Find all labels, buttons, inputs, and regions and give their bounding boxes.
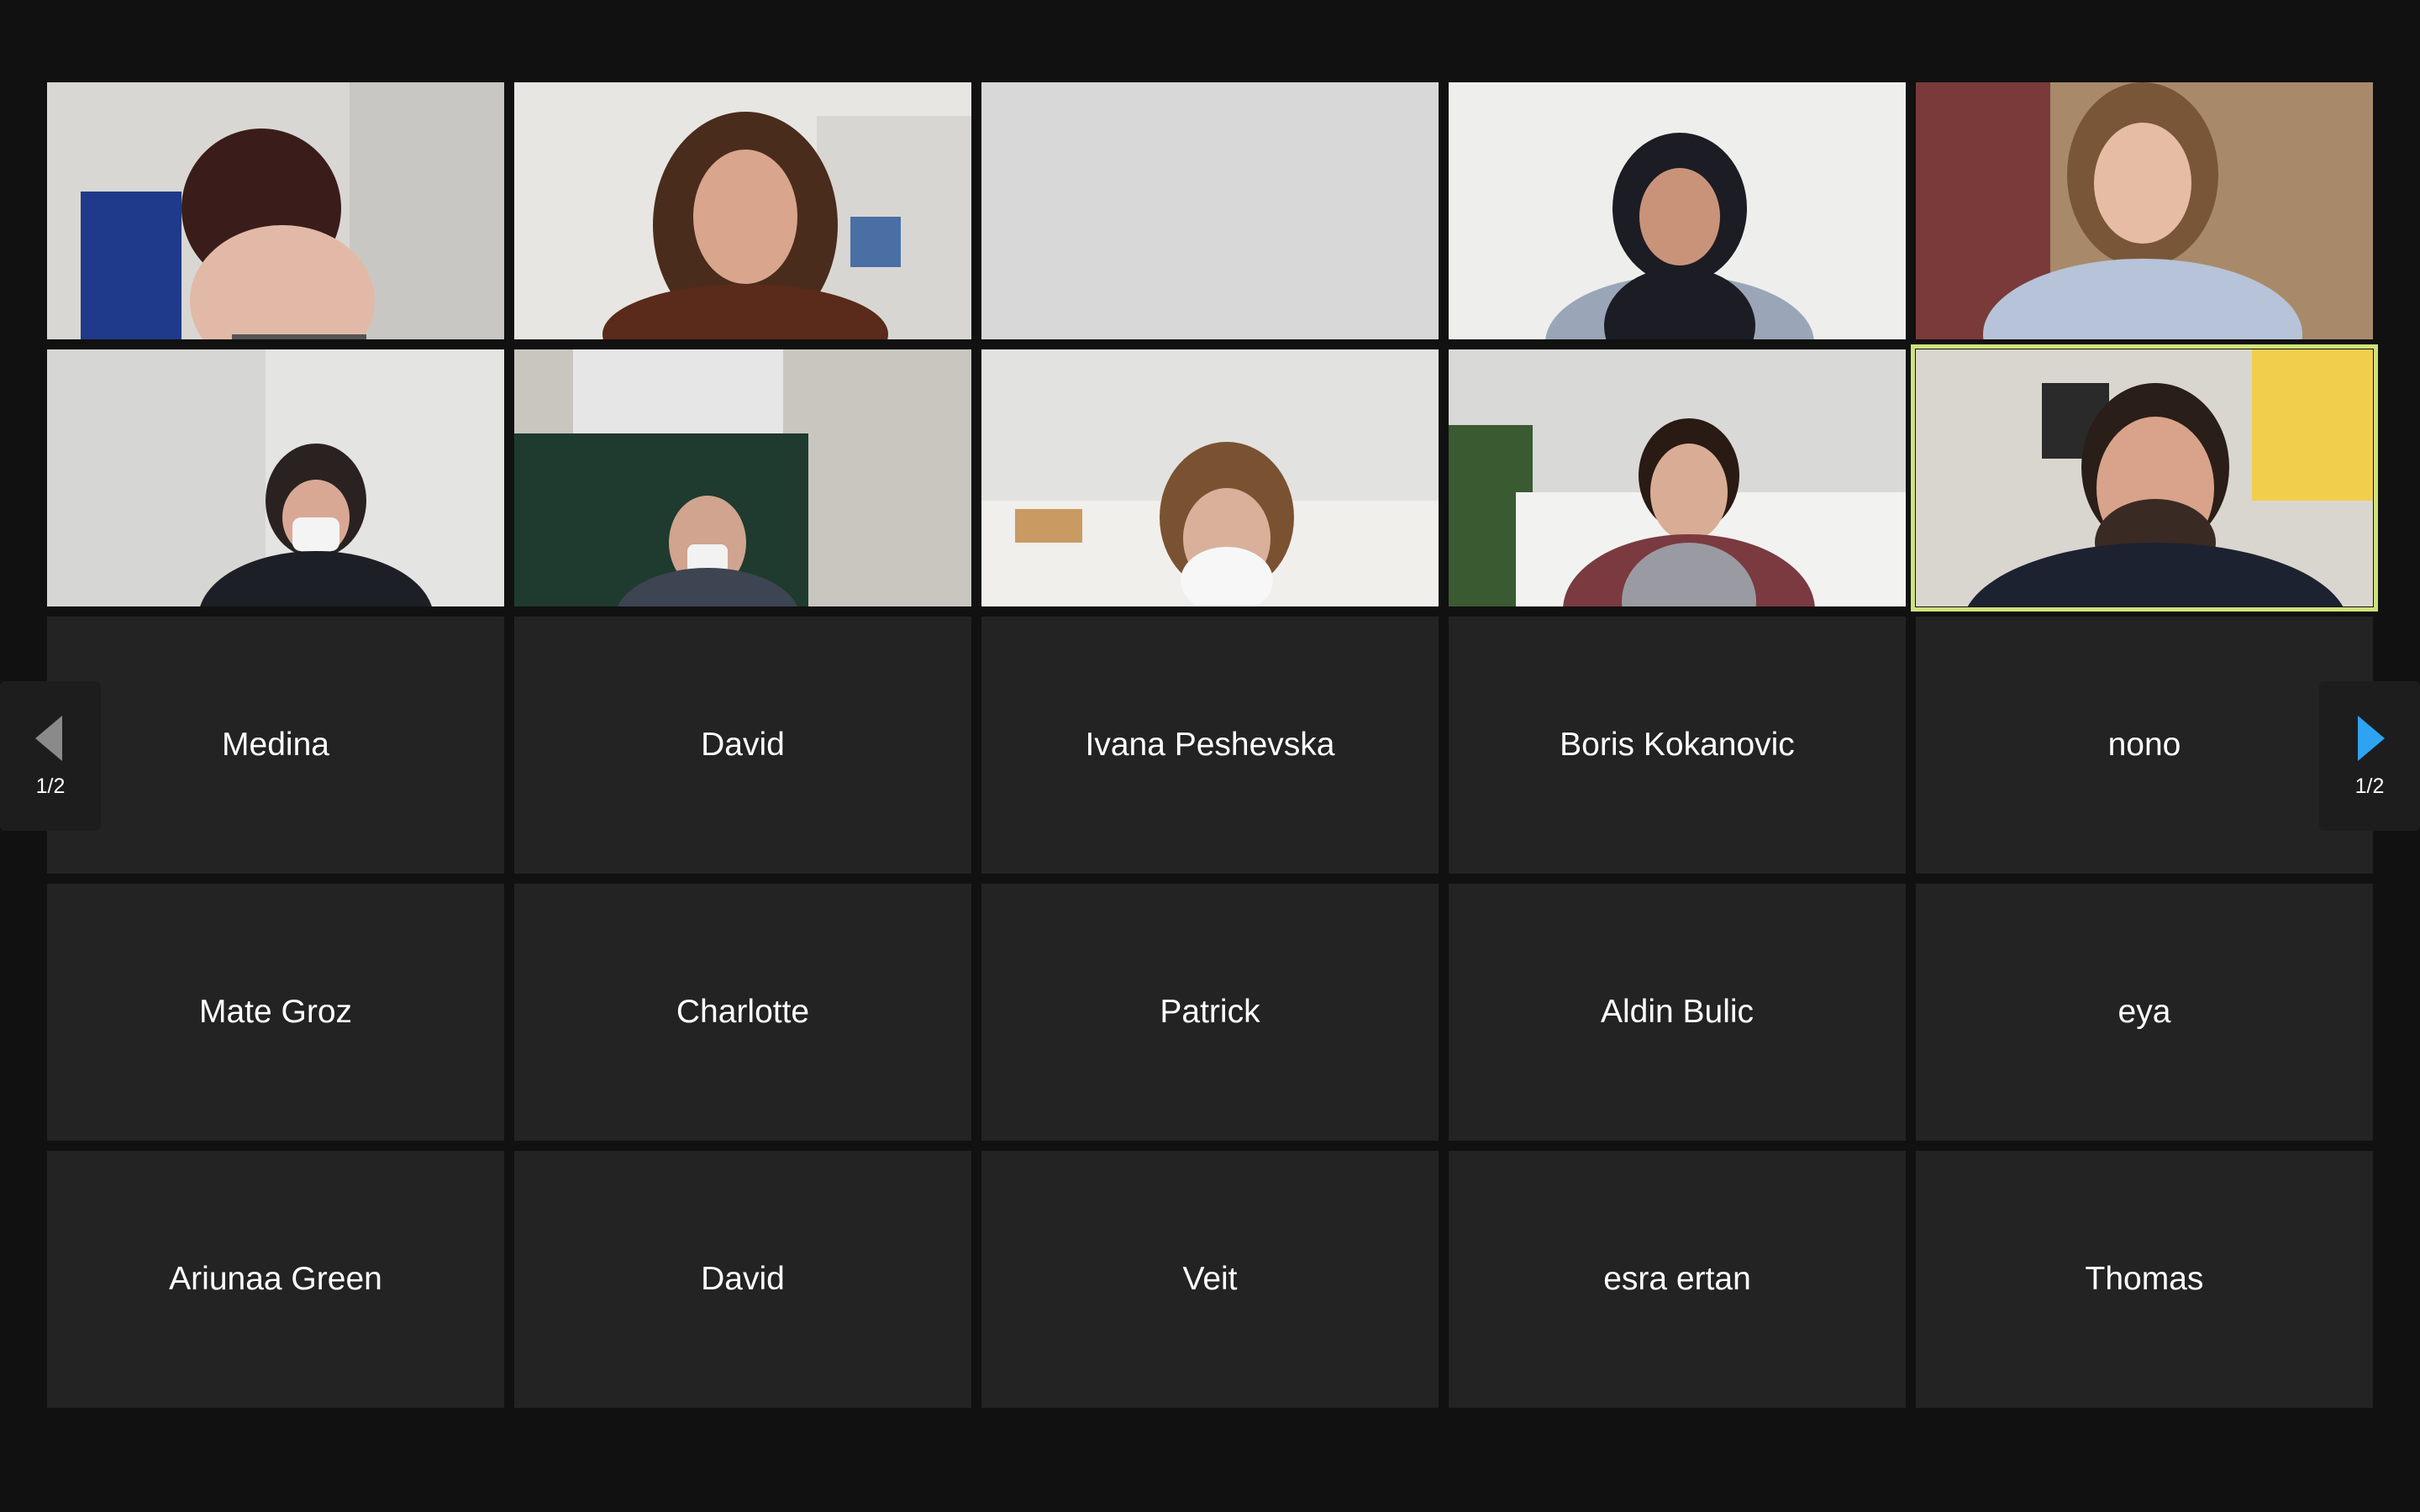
participant-tile[interactable]: Patrick bbox=[981, 884, 1439, 1141]
page-indicator: 1/2 bbox=[35, 774, 66, 798]
video-feed bbox=[47, 349, 504, 606]
chevron-left-icon bbox=[35, 715, 62, 761]
participant-tile[interactable]: eya bbox=[1916, 884, 2373, 1141]
participant-name: Mate Groz bbox=[198, 994, 353, 1030]
video-tile-woman-eu-flag[interactable] bbox=[47, 82, 504, 339]
chevron-right-icon bbox=[2358, 715, 2385, 761]
participant-name: esra ertan bbox=[1603, 1261, 1751, 1297]
participant-tile[interactable]: nono bbox=[1916, 617, 2373, 874]
video-tile-woman-masked[interactable] bbox=[47, 349, 504, 606]
participant-tile[interactable]: David bbox=[514, 1151, 971, 1408]
participant-tile[interactable]: Ariunaa Green bbox=[47, 1151, 504, 1408]
video-tile-blank-wall[interactable] bbox=[981, 82, 1439, 339]
video-tile-active-speaker[interactable] bbox=[1911, 344, 2378, 612]
participant-name: Boris Kokanovic bbox=[1560, 727, 1795, 763]
video-feed bbox=[1449, 82, 1906, 339]
video-feed bbox=[1916, 82, 2373, 339]
participant-name: Patrick bbox=[1160, 994, 1260, 1030]
participant-name: nono bbox=[2107, 727, 2181, 763]
participant-name: Thomas bbox=[2085, 1261, 2204, 1297]
video-feed bbox=[981, 349, 1439, 606]
participant-name: Ivana Peshevska bbox=[1085, 727, 1335, 763]
video-tile-woman-bookshelf[interactable] bbox=[514, 82, 971, 339]
participant-name: David bbox=[701, 727, 785, 763]
participant-tile[interactable]: Thomas bbox=[1916, 1151, 2373, 1408]
participant-name: Veit bbox=[1182, 1261, 1238, 1297]
video-feed bbox=[981, 82, 1439, 339]
video-feed bbox=[47, 82, 504, 339]
participant-name: Aldin Bulic bbox=[1600, 994, 1754, 1030]
participant-name: Ariunaa Green bbox=[169, 1261, 382, 1297]
page-indicator: 1/2 bbox=[2354, 774, 2385, 798]
participant-tile[interactable]: esra ertan bbox=[1449, 1151, 1906, 1408]
video-tile-woman-headscarf[interactable] bbox=[1449, 82, 1906, 339]
gallery-view: Medina David Ivana Peshevska Boris Kokan… bbox=[0, 0, 2420, 1512]
video-tile-young-woman[interactable] bbox=[1916, 82, 2373, 339]
participant-tile[interactable]: Boris Kokanovic bbox=[1449, 617, 1906, 874]
participant-tile[interactable]: David bbox=[514, 617, 971, 874]
participant-tile[interactable]: Mate Groz bbox=[47, 884, 504, 1141]
participant-name: Charlotte bbox=[676, 994, 810, 1030]
participant-tile[interactable]: Medina bbox=[47, 617, 504, 874]
video-feed bbox=[514, 82, 971, 339]
video-tile-classroom[interactable] bbox=[514, 349, 971, 606]
previous-page-button[interactable]: 1/2 bbox=[0, 681, 101, 831]
video-tile-student-mask[interactable] bbox=[981, 349, 1439, 606]
video-feed bbox=[1449, 349, 1906, 606]
participant-name: David bbox=[701, 1261, 785, 1297]
participant-tile[interactable]: Charlotte bbox=[514, 884, 971, 1141]
participant-name: Medina bbox=[222, 727, 329, 763]
participant-tile[interactable]: Veit bbox=[981, 1151, 1439, 1408]
participant-tile[interactable]: Ivana Peshevska bbox=[981, 617, 1439, 874]
participant-name: eya bbox=[2118, 994, 2171, 1030]
participant-tile[interactable]: Aldin Bulic bbox=[1449, 884, 1906, 1141]
video-feed bbox=[514, 349, 971, 606]
video-feed bbox=[1916, 349, 2373, 606]
next-page-button[interactable]: 1/2 bbox=[2319, 681, 2420, 831]
video-tile-teen-earphones[interactable] bbox=[1449, 349, 1906, 606]
